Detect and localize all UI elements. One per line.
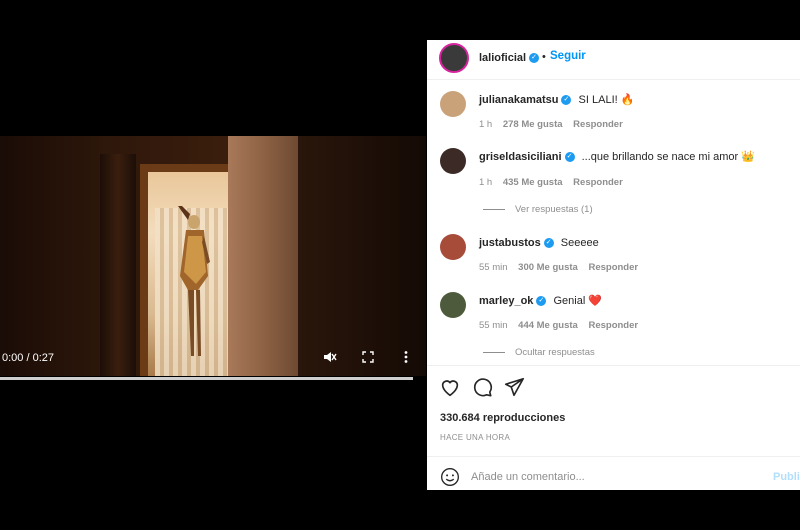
view-replies-button[interactable]: Ver respuestas (1) (483, 204, 593, 215)
views-count: 330.684 reproducciones (440, 412, 566, 424)
muted-speaker-icon[interactable] (322, 349, 338, 365)
comment-time: 1 h (479, 119, 493, 130)
post-side-panel: lalioficial ✓ • Seguir julianakamatsu ✓ SI… (427, 40, 800, 490)
comment-username[interactable]: justabustos (479, 237, 541, 249)
avatar[interactable] (440, 292, 466, 318)
heart-icon[interactable] (439, 376, 461, 398)
comment-time: 55 min (479, 320, 508, 331)
reply-button[interactable]: Responder (573, 177, 623, 188)
avatar[interactable] (440, 91, 466, 117)
comment-meta: 55 min 300 Me gusta Responder (479, 262, 646, 273)
video-time: 0:00 / 0:27 (2, 352, 54, 364)
reply-button[interactable]: Responder (573, 119, 623, 130)
replies-line (483, 352, 505, 353)
dancer-figure (178, 206, 210, 356)
follow-button[interactable]: Seguir (550, 50, 586, 62)
comment-likes[interactable]: 435 Me gusta (503, 177, 563, 188)
video-player[interactable]: 0:00 / 0:27 (0, 40, 426, 490)
comment: julianakamatsu ✓ SI LALI! 🔥 (479, 93, 634, 106)
comment-text: ...que brillando se nace mi amor 👑 (581, 151, 755, 163)
verified-badge-icon: ✓ (529, 53, 540, 64)
comment-likes[interactable]: 278 Me gusta (503, 119, 563, 130)
comment-icon[interactable] (471, 376, 493, 398)
comment-username[interactable]: marley_ok (479, 295, 533, 307)
comment-username[interactable]: griseldasiciliani (479, 151, 562, 163)
fullscreen-icon[interactable] (360, 349, 376, 365)
post-header: lalioficial ✓ • Seguir (427, 40, 800, 80)
verified-badge-icon: ✓ (543, 238, 554, 249)
publish-button[interactable]: Publi (773, 471, 800, 483)
avatar[interactable] (440, 234, 466, 260)
comment-time: 1 h (479, 177, 493, 188)
comment-likes[interactable]: 300 Me gusta (518, 262, 578, 273)
avatar[interactable] (440, 148, 466, 174)
reply-button[interactable]: Responder (588, 320, 638, 331)
replies-line (483, 209, 505, 210)
video-frame (0, 136, 426, 376)
vertical-dots-icon[interactable] (398, 349, 414, 365)
comment-username[interactable]: julianakamatsu (479, 94, 558, 106)
comment: marley_ok ✓ Genial ❤️ (479, 294, 602, 307)
share-icon[interactable] (503, 376, 525, 398)
comment: justabustos ✓ Seeeee (479, 237, 599, 249)
view-replies-label: Ver respuestas (1) (515, 204, 593, 215)
verified-badge-icon: ✓ (561, 95, 572, 106)
post-time-ago: HACE UNA HORA (440, 433, 511, 442)
comment-time: 55 min (479, 262, 508, 273)
comment-meta: 1 h 278 Me gusta Responder (479, 119, 631, 130)
comment-likes[interactable]: 444 Me gusta (518, 320, 578, 331)
author-username[interactable]: lalioficial ✓ (479, 52, 540, 64)
comment-text: SI LALI! 🔥 (578, 94, 635, 106)
verified-badge-icon: ✓ (536, 296, 547, 307)
author-avatar[interactable] (439, 43, 469, 73)
comment-meta: 1 h 435 Me gusta Responder (479, 177, 631, 188)
comment-text: Genial ❤️ (553, 295, 603, 307)
comment-text: Seeeee (560, 237, 599, 249)
reply-button[interactable]: Responder (588, 262, 638, 273)
comment-input[interactable]: Añade un comentario... (471, 471, 585, 483)
comment: griseldasiciliani ✓ ...que brillando se n… (479, 150, 755, 163)
verified-badge-icon: ✓ (564, 152, 575, 163)
comment-meta: 55 min 444 Me gusta Responder (479, 320, 646, 331)
emoji-icon[interactable] (440, 467, 460, 487)
hide-replies-label: Ocultar respuestas (515, 347, 595, 358)
divider (427, 456, 800, 457)
hide-replies-button[interactable]: Ocultar respuestas (483, 347, 595, 358)
video-progress-bar[interactable] (0, 377, 413, 380)
separator-dot: • (542, 51, 546, 63)
divider (427, 365, 800, 366)
